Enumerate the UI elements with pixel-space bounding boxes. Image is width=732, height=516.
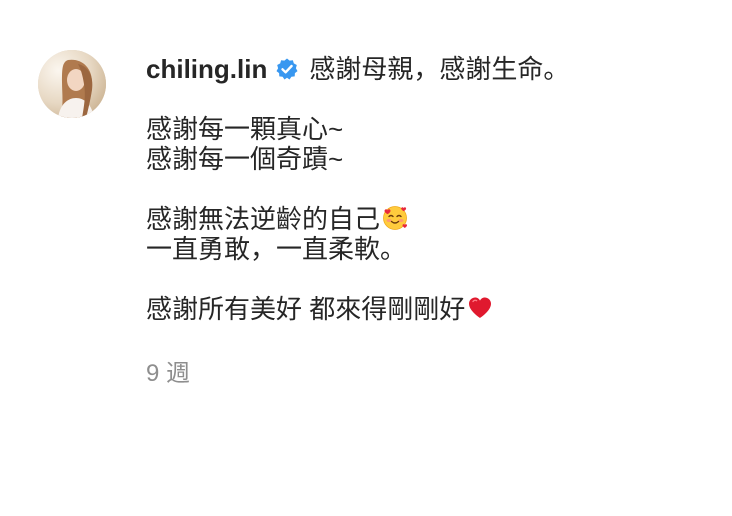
comment-line-4: 感謝每一個奇蹟~ — [146, 144, 344, 174]
avatar[interactable] — [38, 50, 106, 118]
smiling-face-with-hearts-icon — [382, 205, 408, 231]
comment-first-line: chiling.lin 感謝母親，感謝生命。 — [146, 54, 706, 84]
comment-line-9-row: 感謝所有美好 都來得剛剛好 — [146, 294, 706, 324]
timestamp[interactable]: 9 週 — [146, 360, 190, 387]
comment-line-3: 感謝每一顆真心~ — [146, 114, 344, 144]
comment-line-9: 感謝所有美好 都來得剛剛好 — [146, 294, 466, 324]
comment-line-6-row: 感謝無法逆齡的自己 — [146, 204, 706, 234]
comment-line-1: 感謝母親，感謝生命。 — [309, 54, 570, 84]
comment-meta: 9 週 — [146, 360, 706, 388]
avatar-image — [38, 50, 106, 118]
comment-line-6: 感謝無法逆齡的自己 — [146, 204, 381, 234]
comment-body: chiling.lin 感謝母親，感謝生命。 感謝每一顆真心~ 感謝每一個奇蹟~… — [146, 50, 706, 388]
verified-badge-icon — [275, 57, 299, 81]
comment-line-7: 一直勇敢，一直柔軟。 — [146, 234, 407, 264]
red-heart-icon — [467, 295, 493, 321]
username-link[interactable]: chiling.lin — [146, 54, 267, 84]
